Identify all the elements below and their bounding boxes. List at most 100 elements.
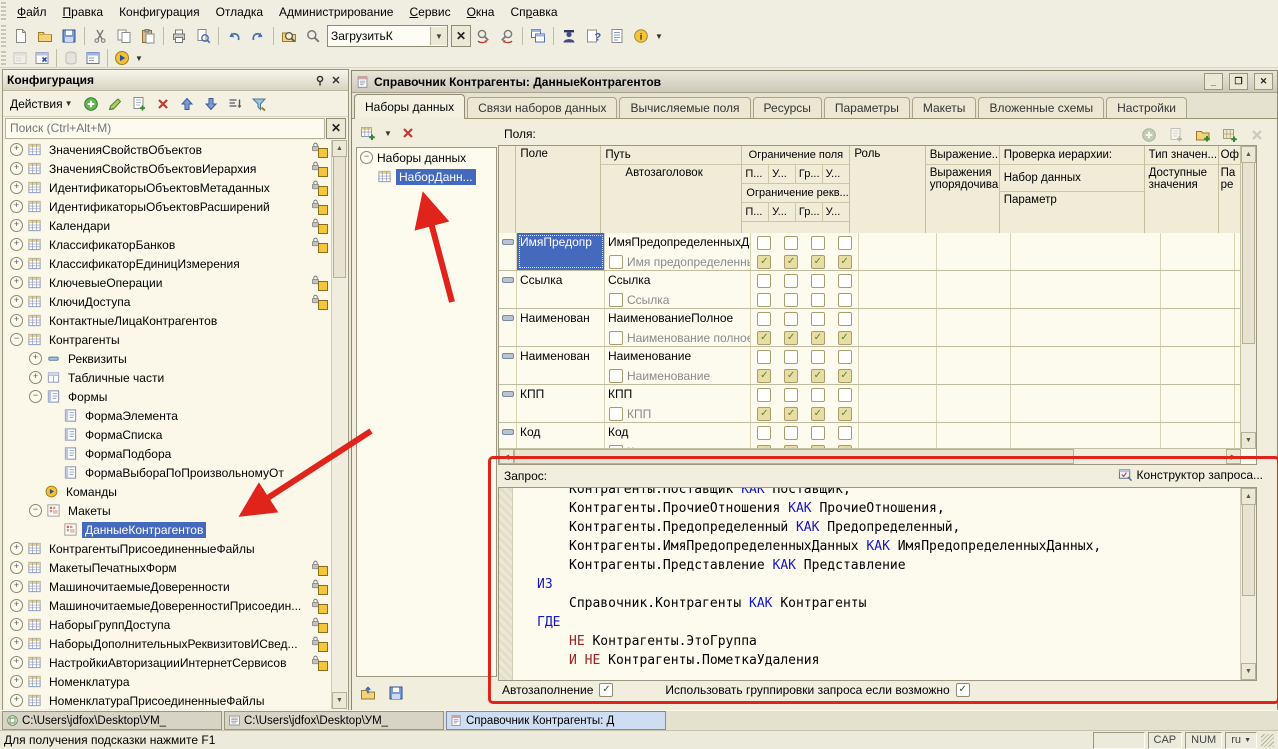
scroll-up-arrow[interactable]: ▲: [332, 140, 347, 157]
find-next-button[interactable]: [471, 24, 495, 48]
col-type[interactable]: Тип значен...: [1145, 146, 1218, 165]
datasets-root-node[interactable]: − Наборы данных: [357, 148, 496, 167]
search-input[interactable]: [6, 121, 324, 135]
constraint-checkbox[interactable]: ✓: [757, 255, 771, 269]
grid-hscrollbar[interactable]: ◀ ▶: [499, 448, 1241, 464]
db-button[interactable]: [60, 49, 82, 67]
expand-icon[interactable]: +: [10, 314, 23, 327]
clear-search-button[interactable]: ✕: [451, 25, 471, 47]
tab-Ресурсы[interactable]: Ресурсы: [753, 97, 822, 118]
tree-item-Команды[interactable]: Команды: [4, 482, 332, 501]
constraint-checkbox[interactable]: ✓: [784, 255, 798, 269]
constraint-subcolumn[interactable]: П...: [742, 165, 769, 183]
tab-Связи наборов данных[interactable]: Связи наборов данных: [467, 97, 617, 118]
constraint-checkbox[interactable]: [757, 312, 771, 326]
row-drag-handle[interactable]: [502, 277, 514, 283]
collapse-icon[interactable]: −: [10, 333, 23, 346]
resize-grip[interactable]: [1261, 734, 1274, 747]
clear-search-button[interactable]: ✕: [326, 118, 346, 139]
expand-icon[interactable]: +: [10, 295, 23, 308]
play-button[interactable]: [111, 49, 133, 67]
tree-item-МакетыПечатныхФорм[interactable]: +МакетыПечатныхФорм: [4, 558, 332, 577]
constraint-checkbox[interactable]: ✓: [757, 369, 771, 383]
save-button[interactable]: [384, 681, 408, 705]
empty-cell[interactable]: [1161, 347, 1235, 384]
field-row-Наименован[interactable]: НаименованНаименованиеПолноеНаименование…: [499, 309, 1241, 347]
redo-button[interactable]: [246, 24, 270, 48]
autofill-checkbox[interactable]: ✓: [599, 683, 613, 697]
expand-icon[interactable]: +: [29, 352, 42, 365]
empty-cell[interactable]: [1011, 423, 1161, 449]
menu-Справка[interactable]: Справка: [502, 2, 565, 22]
constraint-checkbox[interactable]: [811, 388, 825, 402]
constraint-checkbox[interactable]: [811, 312, 825, 326]
arrow-up-button[interactable]: [175, 92, 199, 116]
empty-cell[interactable]: [1161, 423, 1235, 449]
tree-item-МашиночитаемыеДоверенностиПрисоедин[interactable]: +МашиночитаемыеДоверенностиПрисоедин...: [4, 596, 332, 615]
actions-menu-button[interactable]: Действия ▼: [6, 93, 79, 114]
tree-item-КонтактныеЛицаКонтрагентов[interactable]: +КонтактныеЛицаКонтрагентов: [4, 311, 332, 330]
tree-item-ФормаВыбораПоПроизвольномуОт[interactable]: ФормаВыбораПоПроизвольномуОт: [4, 463, 332, 482]
dataset-node[interactable]: НаборДанн...: [357, 167, 496, 186]
field-path-cell[interactable]: Код: [605, 423, 750, 442]
col-extra[interactable]: Оф: [1219, 146, 1241, 165]
tree-item-Календари[interactable]: +Календари: [4, 216, 332, 235]
scroll-up-arrow[interactable]: ▲: [1241, 488, 1256, 505]
constraint-subcolumn[interactable]: У...: [769, 165, 796, 183]
toolbar-overflow-chevron[interactable]: ▼: [653, 32, 665, 41]
field-path-cell[interactable]: КПП: [605, 385, 750, 404]
chevron-down-icon[interactable]: ▼: [382, 129, 394, 138]
red-x-button[interactable]: [151, 92, 175, 116]
doc-help-button[interactable]: [605, 24, 629, 48]
find-prev-button[interactable]: [495, 24, 519, 48]
add-table-button[interactable]: [356, 121, 380, 145]
x-gray-button[interactable]: [1245, 123, 1269, 147]
tree-item-КлассификаторБанков[interactable]: +КлассификаторБанков: [4, 235, 332, 254]
menu-Отладка[interactable]: Отладка: [208, 2, 271, 22]
copy-button[interactable]: [112, 24, 136, 48]
row-drag-handle[interactable]: [502, 429, 514, 435]
constraint-checkbox[interactable]: [811, 350, 825, 364]
query-vscrollbar[interactable]: ▲ ▼: [1240, 488, 1256, 680]
field-row-ИмяПредопр[interactable]: ИмяПредопрИмяПредопределенныхДа...Имя пр…: [499, 233, 1241, 271]
autoheader-checkbox[interactable]: [609, 369, 623, 383]
constraint-checkbox[interactable]: [757, 236, 771, 250]
constraint-checkbox[interactable]: ✓: [811, 407, 825, 421]
collapse-icon[interactable]: −: [360, 151, 373, 164]
taskbar-window-button[interactable]: Справочник Контрагенты: Д: [446, 711, 666, 730]
constraint-subcolumn[interactable]: У...: [823, 165, 850, 183]
taskbar-window-button[interactable]: C:\Users\jdfox\Desktop\УМ_: [2, 711, 222, 730]
expand-icon[interactable]: +: [10, 618, 23, 631]
empty-cell[interactable]: [1161, 271, 1235, 308]
constraint-subcolumn[interactable]: Гр...: [796, 165, 823, 183]
constraint-checkbox[interactable]: [811, 274, 825, 288]
constraint-checkbox[interactable]: [757, 350, 771, 364]
green-plus-button[interactable]: [1137, 123, 1161, 147]
constraint-checkbox[interactable]: [838, 236, 852, 250]
tab-Макеты[interactable]: Макеты: [912, 97, 977, 118]
tree-item-ИдентификаторыОбъектовРасширений[interactable]: +ИдентификаторыОбъектовРасширений: [4, 197, 332, 216]
col-field-constraint[interactable]: Ограничение поля: [742, 146, 849, 165]
print-button[interactable]: [167, 24, 191, 48]
menu-Окна[interactable]: Окна: [459, 2, 503, 22]
scroll-down-arrow[interactable]: ▼: [1241, 432, 1256, 449]
tree-item-КлассификаторЕдиницИзмерения[interactable]: +КлассификаторЕдиницИзмерения: [4, 254, 332, 273]
paste-button[interactable]: [136, 24, 160, 48]
constraint-subcolumn[interactable]: У...: [769, 203, 796, 221]
constraint-checkbox[interactable]: [838, 293, 852, 307]
constraint-checkbox[interactable]: [784, 293, 798, 307]
constraint-checkbox[interactable]: [811, 293, 825, 307]
menu-Файл[interactable]: Файл: [9, 2, 55, 22]
tree-item-ЗначенияСвойствОбъектов[interactable]: +ЗначенияСвойствОбъектов: [4, 140, 332, 159]
scroll-down-arrow[interactable]: ▼: [1241, 663, 1256, 680]
folder-plus-button[interactable]: [1191, 123, 1215, 147]
tree-item-МашиночитаемыеДоверенности[interactable]: +МашиночитаемыеДоверенности: [4, 577, 332, 596]
scroll-left-arrow[interactable]: ◀: [499, 449, 514, 464]
constraint-checkbox[interactable]: [838, 426, 852, 440]
expand-icon[interactable]: +: [29, 371, 42, 384]
info-button[interactable]: i: [629, 24, 653, 48]
col-hierarchy-param[interactable]: Параметр: [1000, 192, 1144, 208]
constraint-checkbox[interactable]: ✓: [838, 255, 852, 269]
constraint-checkbox[interactable]: ✓: [811, 331, 825, 345]
constraint-checkbox[interactable]: [838, 312, 852, 326]
